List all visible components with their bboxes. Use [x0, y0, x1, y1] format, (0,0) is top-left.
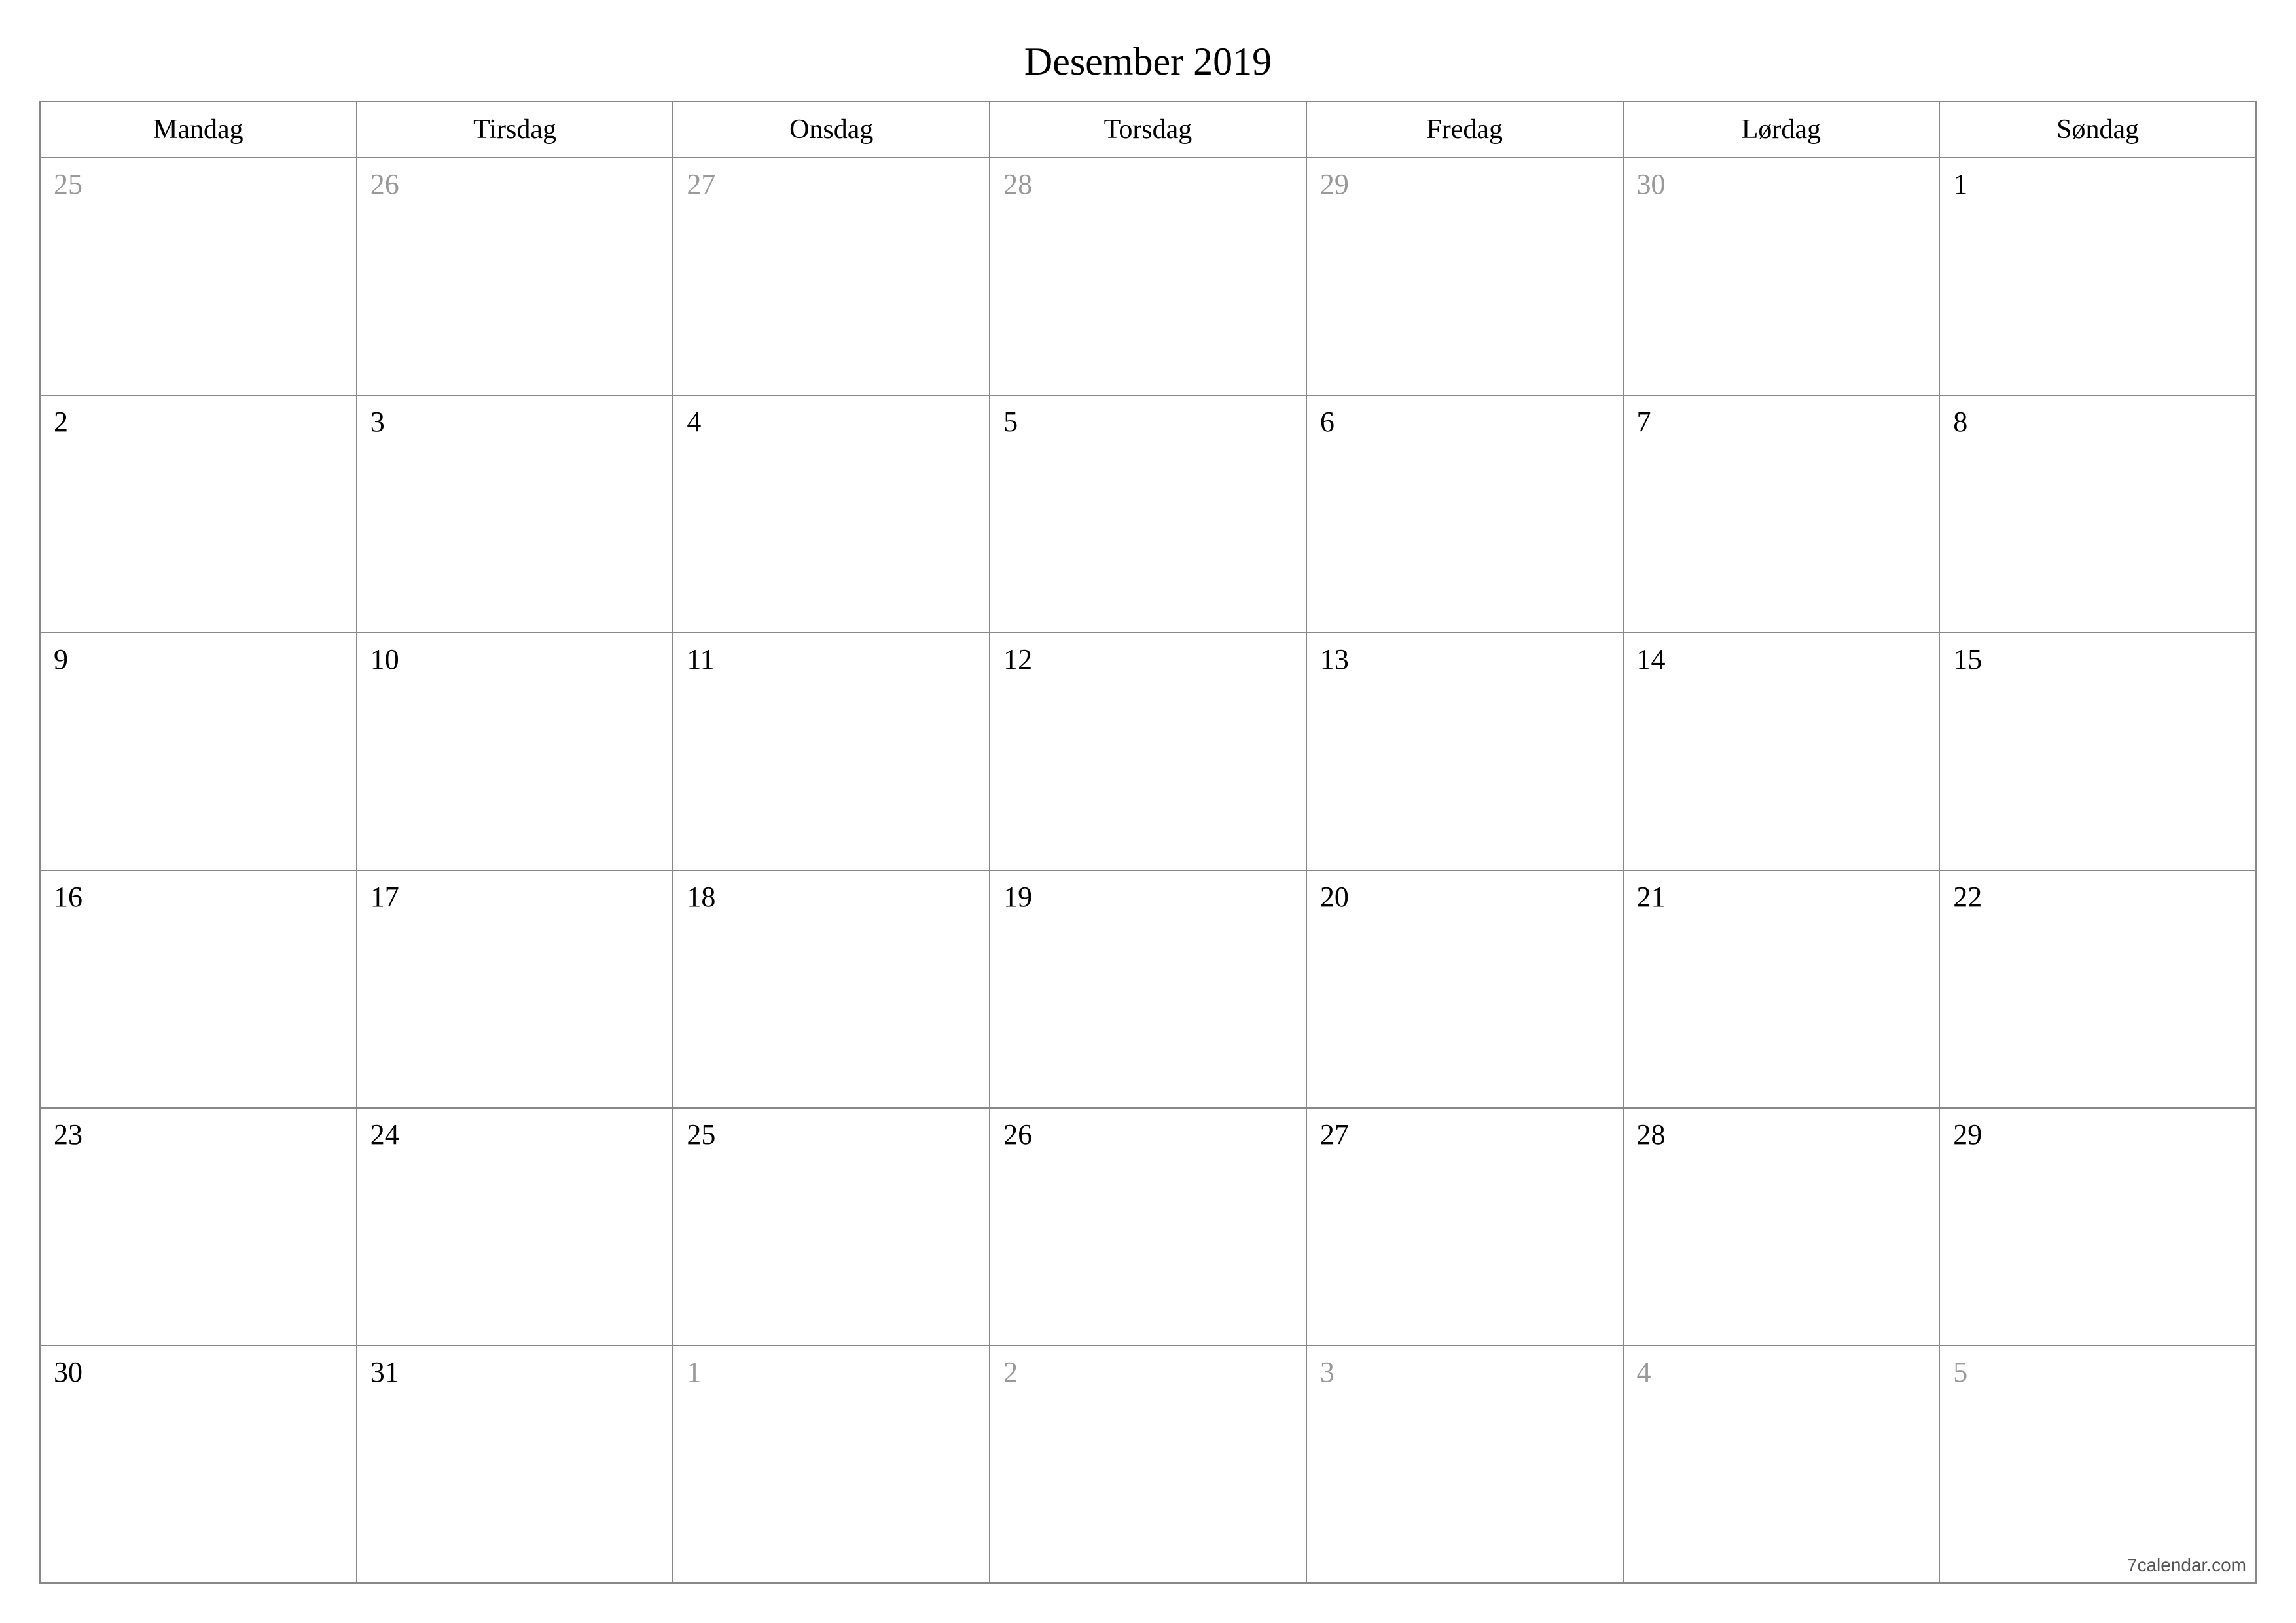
calendar-day-cell: 7: [1623, 395, 1940, 633]
calendar-day-cell: 8: [1939, 395, 2256, 633]
calendar-day-cell: 27: [673, 158, 990, 395]
calendar-day-cell: 21: [1623, 870, 1940, 1108]
calendar-day-cell: 4: [673, 395, 990, 633]
weekday-header: Lørdag: [1623, 101, 1940, 158]
calendar-container: Desember 2019 Mandag Tirsdag Onsdag Tors…: [39, 39, 2257, 1584]
calendar-day-cell: 29: [1939, 1108, 2256, 1346]
calendar-day-cell: 12: [990, 633, 1306, 870]
calendar-day-cell: 5: [990, 395, 1306, 633]
calendar-title: Desember 2019: [39, 39, 2257, 84]
calendar-day-cell: 19: [990, 870, 1306, 1108]
calendar-day-cell: 14: [1623, 633, 1940, 870]
weekday-header: Tirsdag: [357, 101, 673, 158]
calendar-day-cell: 10: [357, 633, 673, 870]
weekday-header: Mandag: [40, 101, 357, 158]
calendar-day-cell: 28: [1623, 1108, 1940, 1346]
calendar-day-cell: 11: [673, 633, 990, 870]
calendar-day-cell: 2: [990, 1346, 1306, 1583]
calendar-day-cell: 15: [1939, 633, 2256, 870]
calendar-day-cell: 17: [357, 870, 673, 1108]
calendar-day-cell: 20: [1306, 870, 1623, 1108]
calendar-day-cell: 25: [40, 158, 357, 395]
calendar-day-cell: 2: [40, 395, 357, 633]
calendar-week-row: 2526272829301: [40, 158, 2256, 395]
calendar-day-cell: 24: [357, 1108, 673, 1346]
calendar-day-cell: 23: [40, 1108, 357, 1346]
weekday-header: Torsdag: [990, 101, 1306, 158]
footer-credit: 7calendar.com: [2127, 1555, 2246, 1576]
weekday-header: Fredag: [1306, 101, 1623, 158]
calendar-body: 2526272829301234567891011121314151617181…: [40, 158, 2256, 1583]
calendar-day-cell: 25: [673, 1108, 990, 1346]
calendar-day-cell: 9: [40, 633, 357, 870]
calendar-day-cell: 29: [1306, 158, 1623, 395]
calendar-day-cell: 1: [1939, 158, 2256, 395]
calendar-day-cell: 28: [990, 158, 1306, 395]
weekday-header: Søndag: [1939, 101, 2256, 158]
calendar-week-row: 3031123457calendar.com: [40, 1346, 2256, 1583]
calendar-day-cell: 26: [990, 1108, 1306, 1346]
calendar-day-cell: 30: [40, 1346, 357, 1583]
calendar-day-cell: 26: [357, 158, 673, 395]
calendar-day-cell: 16: [40, 870, 357, 1108]
calendar-day-cell: 1: [673, 1346, 990, 1583]
calendar-week-row: 9101112131415: [40, 633, 2256, 870]
calendar-week-row: 23242526272829: [40, 1108, 2256, 1346]
weekday-header-row: Mandag Tirsdag Onsdag Torsdag Fredag Lør…: [40, 101, 2256, 158]
calendar-day-cell: 57calendar.com: [1939, 1346, 2256, 1583]
calendar-week-row: 2345678: [40, 395, 2256, 633]
calendar-day-cell: 22: [1939, 870, 2256, 1108]
calendar-day-cell: 3: [357, 395, 673, 633]
calendar-day-cell: 3: [1306, 1346, 1623, 1583]
calendar-table: Mandag Tirsdag Onsdag Torsdag Fredag Lør…: [39, 101, 2257, 1584]
weekday-header: Onsdag: [673, 101, 990, 158]
calendar-day-cell: 6: [1306, 395, 1623, 633]
calendar-day-cell: 4: [1623, 1346, 1940, 1583]
calendar-day-cell: 30: [1623, 158, 1940, 395]
calendar-day-cell: 27: [1306, 1108, 1623, 1346]
calendar-week-row: 16171819202122: [40, 870, 2256, 1108]
calendar-day-cell: 13: [1306, 633, 1623, 870]
calendar-day-cell: 18: [673, 870, 990, 1108]
calendar-day-cell: 31: [357, 1346, 673, 1583]
